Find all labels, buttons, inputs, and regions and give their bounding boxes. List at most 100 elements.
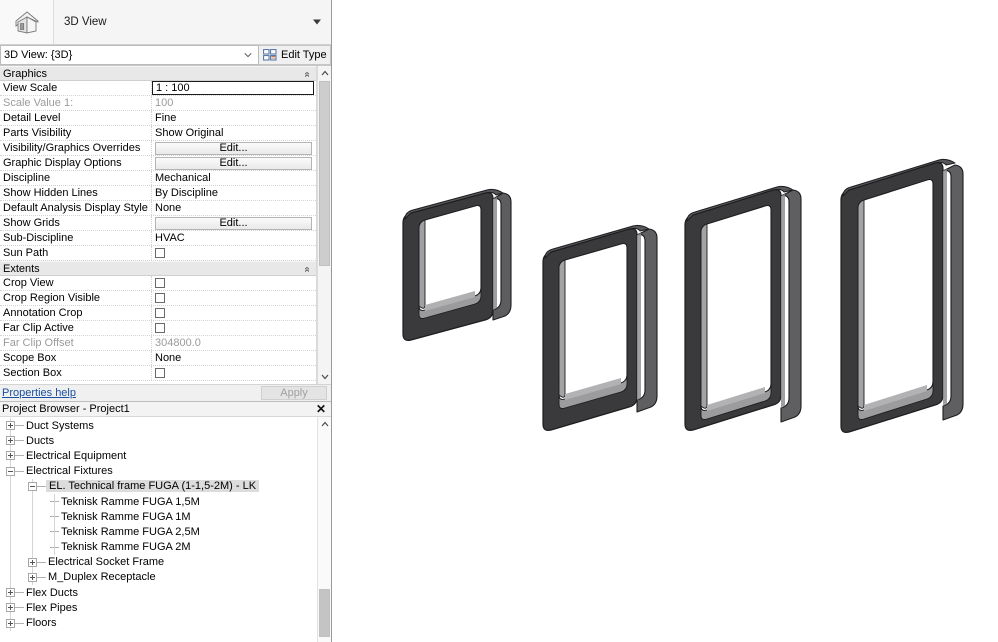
scroll-up-icon[interactable]: [318, 417, 331, 431]
property-value[interactable]: Fine: [152, 111, 316, 125]
property-row[interactable]: Annotation Crop: [0, 306, 316, 321]
property-value[interactable]: [152, 291, 316, 305]
chevron-down-icon[interactable]: [244, 51, 252, 59]
property-row[interactable]: Graphic Display Options Edit...: [0, 156, 316, 171]
tree-item[interactable]: Flex Pipes: [0, 600, 317, 616]
property-row[interactable]: Scope Box None: [0, 351, 316, 366]
project-browser-scrollbar[interactable]: [317, 417, 331, 642]
expand-icon[interactable]: [6, 603, 15, 613]
property-group-header[interactable]: Extents »: [0, 261, 316, 276]
model-frame-2[interactable]: [542, 224, 658, 431]
tree-item[interactable]: M_Duplex Receptacle: [0, 569, 317, 586]
collapse-icon[interactable]: [6, 466, 15, 476]
property-value[interactable]: Edit...: [152, 141, 316, 155]
caret-down-icon[interactable]: [313, 19, 321, 25]
edit-type-button[interactable]: Edit Type: [259, 45, 331, 65]
property-row[interactable]: Show Grids Edit...: [0, 216, 316, 231]
expand-icon[interactable]: [6, 588, 15, 598]
property-row[interactable]: View Scale 1 : 100: [0, 81, 316, 96]
tree-item[interactable]: Teknisk Ramme FUGA 2M: [0, 539, 317, 555]
property-value[interactable]: None: [152, 201, 316, 215]
checkbox[interactable]: [155, 368, 165, 378]
double-chevron-up-icon[interactable]: »: [301, 72, 314, 78]
scroll-down-icon[interactable]: [318, 370, 331, 384]
tree-item[interactable]: Electrical Fixtures: [0, 463, 317, 479]
tree-item[interactable]: Electrical Equipment: [0, 448, 317, 464]
scrollbar-thumb[interactable]: [319, 589, 330, 637]
property-row[interactable]: Sub-Discipline HVAC: [0, 231, 316, 246]
property-value[interactable]: Show Original: [152, 126, 316, 140]
property-value[interactable]: Edit...: [152, 216, 316, 230]
property-row[interactable]: Detail Level Fine: [0, 111, 316, 126]
edit-button[interactable]: Edit...: [155, 216, 312, 230]
property-value[interactable]: 304800.0: [152, 336, 316, 350]
scroll-up-icon[interactable]: [318, 66, 331, 80]
view-type-name-box[interactable]: 3D View: [54, 0, 331, 44]
expand-icon[interactable]: [6, 436, 15, 446]
property-value[interactable]: None: [152, 351, 316, 365]
checkbox[interactable]: [155, 293, 165, 303]
project-browser-title-bar: Project Browser - Project1 ✕: [0, 401, 331, 417]
expand-icon[interactable]: [6, 421, 15, 431]
property-row[interactable]: Sun Path: [0, 246, 316, 261]
checkbox[interactable]: [155, 248, 165, 258]
tree-item[interactable]: Teknisk Ramme FUGA 1M: [0, 509, 317, 525]
property-value[interactable]: HVAC: [152, 231, 316, 245]
3d-view-canvas[interactable]: [333, 0, 998, 642]
view-scale-input[interactable]: 1 : 100: [152, 81, 314, 95]
property-value[interactable]: [152, 246, 316, 260]
model-frame-4[interactable]: [840, 158, 964, 433]
property-value[interactable]: [152, 306, 316, 320]
property-row[interactable]: Section Box: [0, 366, 316, 381]
expand-icon[interactable]: [28, 572, 37, 582]
tree-item-label: Electrical Socket Frame: [48, 556, 165, 569]
properties-scrollbar[interactable]: [317, 66, 331, 384]
property-row[interactable]: Far Clip Active: [0, 321, 316, 336]
tree-item[interactable]: Flex Ducts: [0, 585, 317, 601]
properties-type-selector[interactable]: 3D View: [0, 0, 331, 45]
property-name: View Scale: [0, 81, 152, 95]
tree-item[interactable]: Floors: [0, 615, 317, 631]
property-row[interactable]: Crop View: [0, 276, 316, 291]
collapse-icon[interactable]: [28, 481, 37, 491]
property-row[interactable]: Crop Region Visible: [0, 291, 316, 306]
property-row[interactable]: Far Clip Offset 304800.0: [0, 336, 316, 351]
property-value[interactable]: [152, 366, 316, 380]
close-icon[interactable]: ✕: [316, 403, 326, 415]
property-value[interactable]: [152, 276, 316, 290]
property-row[interactable]: Visibility/Graphics Overrides Edit...: [0, 141, 316, 156]
property-group-header[interactable]: Graphics »: [0, 66, 316, 81]
property-value[interactable]: By Discipline: [152, 186, 316, 200]
edit-button[interactable]: Edit...: [155, 156, 312, 170]
double-chevron-up-icon[interactable]: »: [301, 267, 314, 273]
property-value[interactable]: 1 : 100: [152, 81, 316, 95]
tree-item[interactable]: Teknisk Ramme FUGA 2,5M: [0, 524, 317, 540]
edit-button[interactable]: Edit...: [155, 141, 312, 155]
apply-button[interactable]: Apply: [261, 386, 327, 400]
property-row[interactable]: Scale Value 1: 100: [0, 96, 316, 111]
checkbox[interactable]: [155, 278, 165, 288]
tree-item[interactable]: Electrical Socket Frame: [0, 554, 317, 570]
property-row[interactable]: Discipline Mechanical: [0, 171, 316, 186]
expand-icon[interactable]: [28, 557, 37, 567]
properties-help-link[interactable]: Properties help: [0, 387, 76, 399]
view-instance-combobox[interactable]: 3D View: {3D}: [0, 45, 259, 65]
model-frame-3[interactable]: [684, 185, 802, 431]
checkbox[interactable]: [155, 323, 165, 333]
property-value[interactable]: Edit...: [152, 156, 316, 170]
property-row[interactable]: Parts Visibility Show Original: [0, 126, 316, 141]
tree-item[interactable]: EL. Technical frame FUGA (1-1,5-2M) - LK: [0, 478, 317, 494]
scrollbar-thumb[interactable]: [319, 81, 330, 266]
expand-icon[interactable]: [6, 451, 15, 461]
property-value[interactable]: Mechanical: [152, 171, 316, 185]
expand-icon[interactable]: [6, 618, 15, 628]
checkbox[interactable]: [155, 308, 165, 318]
tree-item[interactable]: Duct Systems: [0, 418, 317, 434]
tree-item[interactable]: Teknisk Ramme FUGA 1,5M: [0, 493, 317, 510]
property-value[interactable]: 100: [152, 96, 316, 110]
property-row[interactable]: Show Hidden Lines By Discipline: [0, 186, 316, 201]
model-frame-1[interactable]: [402, 35, 512, 341]
property-value[interactable]: [152, 321, 316, 335]
property-row[interactable]: Default Analysis Display Style None: [0, 201, 316, 216]
tree-item[interactable]: Ducts: [0, 433, 317, 449]
